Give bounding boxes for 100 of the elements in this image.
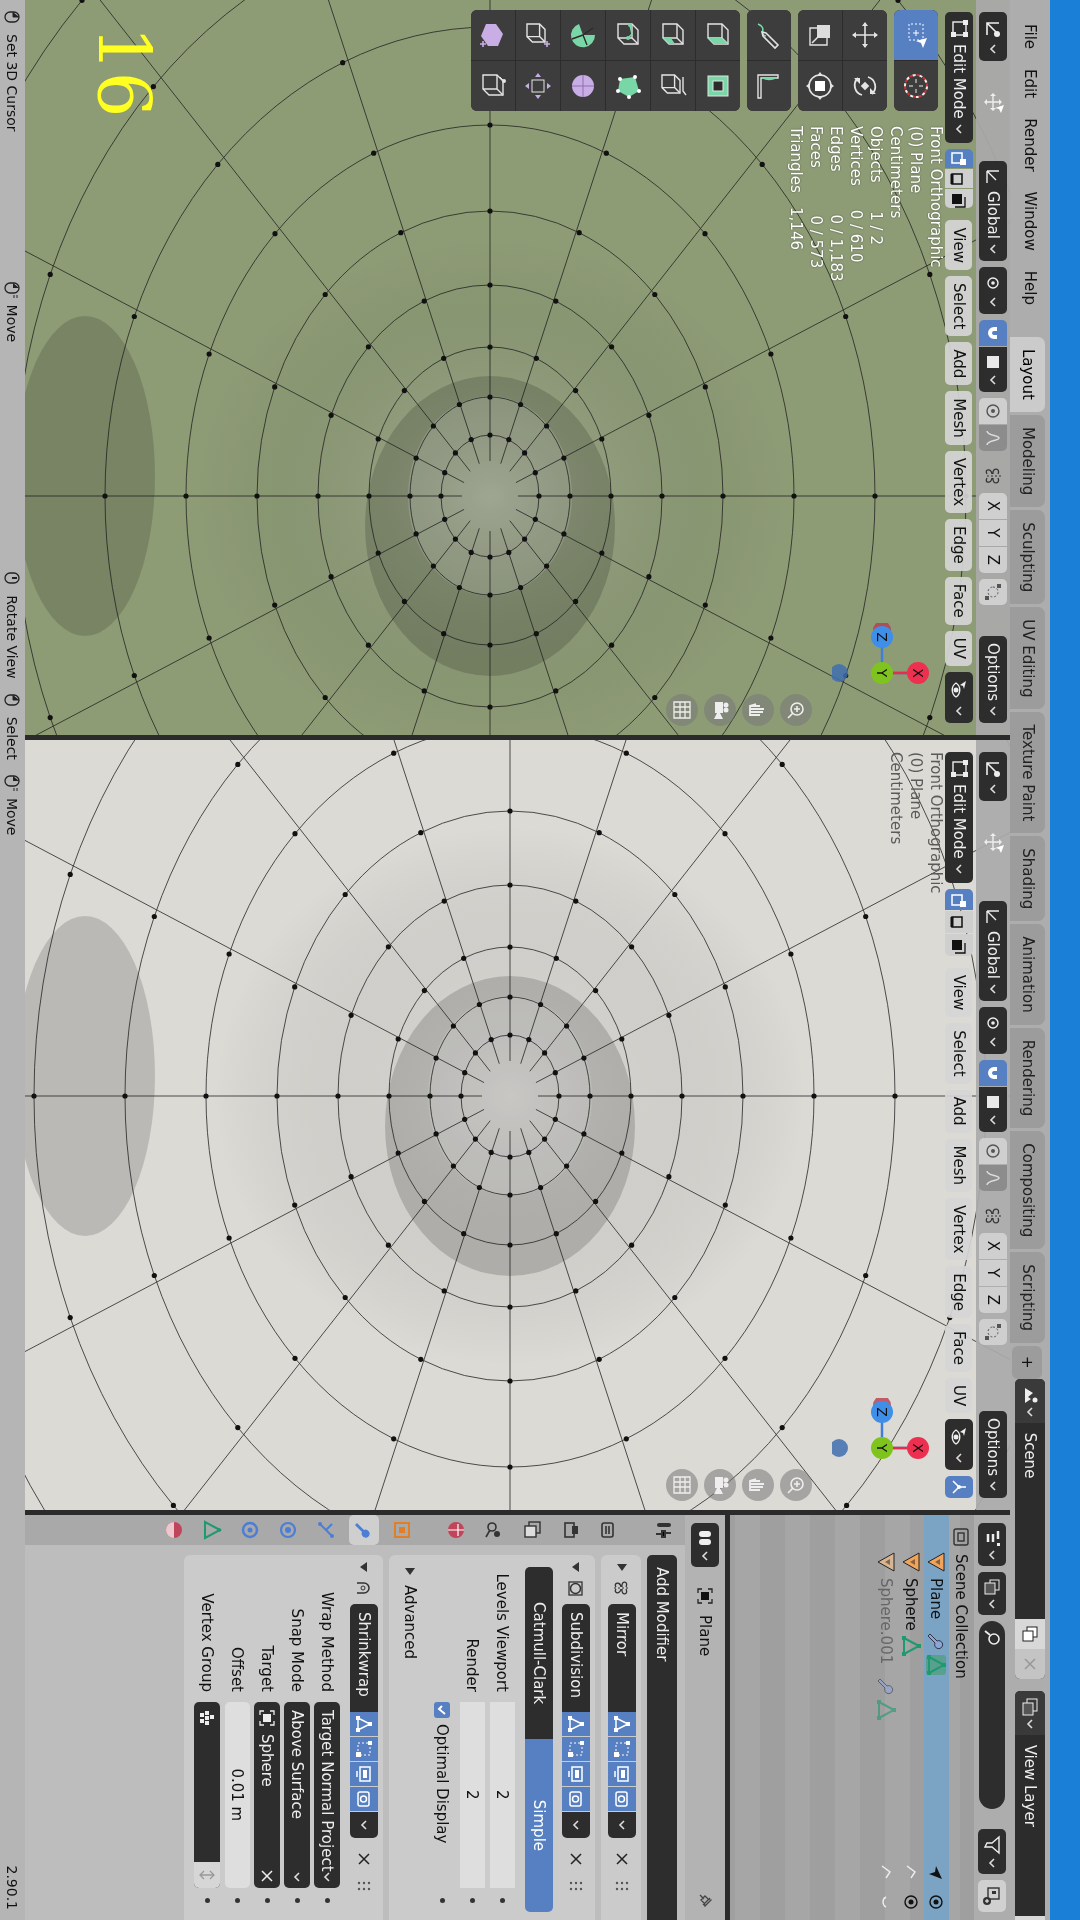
menu-item[interactable]: Render [1017, 108, 1043, 182]
status-hint: Move [4, 797, 21, 836]
axis-toggle[interactable]: Y [979, 1259, 1007, 1286]
axis-label: Y [874, 1443, 890, 1453]
algorithm-option[interactable]: Catmull-Clark [525, 1567, 553, 1740]
viewport-info-text: Centimeters [886, 126, 906, 221]
field-label: Target [258, 1644, 277, 1692]
menu-button[interactable]: UV [945, 1378, 973, 1414]
selector-label: Scene [1021, 1431, 1039, 1481]
menu-item[interactable]: Window [1017, 181, 1043, 261]
outliner-item[interactable]: Scene Collection [952, 1554, 971, 1679]
statistic-text: Faces 0 / 573 [806, 126, 826, 271]
statistic-text: Triangles 1,146 [786, 126, 806, 252]
modifier-name-field[interactable]: Shrinkwrap [350, 1604, 378, 1712]
step-number: 16 [87, 26, 159, 118]
viewport-info-text: Front Orthographic [926, 126, 946, 270]
add-workspace-button[interactable]: + [1012, 1346, 1043, 1379]
options-dropdown[interactable]: Options [979, 1411, 1007, 1498]
menu-button[interactable]: Vertex [945, 1198, 973, 1261]
modifier-name-field[interactable]: Subdivision [562, 1604, 590, 1712]
axis-toggle[interactable]: X [979, 1232, 1007, 1259]
field-label: Render [463, 1637, 482, 1692]
dropdown-field[interactable]: Above Surface [284, 1702, 311, 1888]
navigation-gizmo[interactable]: Z Y X [832, 623, 932, 723]
menu-button[interactable]: View [945, 967, 973, 1018]
field-label: Offset [228, 1645, 247, 1692]
axis-label: Z [874, 632, 890, 642]
version-label: 2.90.1 [4, 1865, 21, 1910]
menu-button[interactable]: Mesh [945, 391, 973, 445]
navigation-gizmo[interactable]: Z Y X [832, 1398, 932, 1498]
field-label: Levels Viewport [493, 1572, 512, 1692]
status-hint: Set 3D Cursor [4, 34, 21, 132]
options-dropdown[interactable]: Options [979, 636, 1007, 723]
menu-button[interactable]: Mesh [945, 1138, 973, 1193]
menu-button[interactable]: UV [945, 630, 973, 666]
viewport-info-text: (0) Plane [906, 126, 926, 196]
mode-dropdown[interactable]: Edit Mode [945, 12, 973, 143]
workspace-tab[interactable]: Rendering [1010, 1027, 1045, 1129]
modifier-name-field[interactable]: Mirror [608, 1604, 636, 1712]
algorithm-option[interactable]: Simple [525, 1739, 553, 1912]
workspace-tab[interactable]: Shading [1010, 836, 1045, 922]
workspace-tab[interactable]: Texture Paint [1010, 712, 1045, 834]
number-field[interactable]: 2 [460, 1702, 485, 1888]
field-value: Sphere [258, 1734, 277, 1789]
axis-label: Z [874, 1407, 890, 1417]
workspace-tab[interactable]: Compositing [1010, 1131, 1045, 1250]
viewport-info-text: Centimeters [886, 752, 906, 847]
mode-dropdown[interactable]: Edit Mode [945, 752, 973, 883]
workspace-tab[interactable]: UV Editing [1010, 607, 1045, 710]
viewport-info-text: (0) Plane [906, 752, 926, 822]
menu-button[interactable]: Face [945, 1324, 973, 1372]
status-hint: Rotate View [4, 595, 21, 679]
scene-selector[interactable]: Scene [1015, 1378, 1045, 1679]
menu-button[interactable]: Edge [945, 519, 973, 571]
menu-item[interactable]: Help [1017, 260, 1043, 315]
axis-label: Y [874, 668, 890, 678]
optimal-display-checkbox[interactable]: Optimal Display [433, 1702, 452, 1888]
statistic-text: Vertices 0 / 610 [846, 126, 866, 265]
number-field[interactable]: 2 [490, 1702, 515, 1888]
workspace-tab[interactable]: Modeling [1010, 414, 1045, 508]
axis-toggle[interactable]: X [979, 492, 1007, 519]
selector-label: View Layer [1021, 1743, 1039, 1829]
axis-toggle[interactable]: Z [979, 546, 1007, 573]
advanced-subpanel-header[interactable]: Advanced [395, 1561, 425, 1666]
status-hint: Move [4, 304, 21, 343]
axis-label: X [910, 1443, 926, 1453]
viewport-info-text: Front Orthographic [926, 752, 946, 894]
workspace-tab[interactable]: Layout [1010, 336, 1045, 412]
workspace-tab[interactable]: Sculpting [1010, 510, 1045, 605]
field-label: Wrap Method [318, 1590, 337, 1692]
field-label: Vertex Group [198, 1592, 217, 1692]
outliner-item[interactable]: Sphere [902, 1578, 921, 1631]
menu-button[interactable]: Add [945, 1089, 973, 1133]
add-modifier-dropdown[interactable]: Add Modifier [647, 1555, 677, 1920]
menu-button[interactable]: Select [945, 1023, 973, 1084]
statistic-text: Objects 1 / 2 [866, 126, 886, 247]
menu-button[interactable]: Edge [945, 1266, 973, 1319]
view-layer-selector[interactable]: View Layer [1015, 1690, 1045, 1920]
menu-button[interactable]: Add [945, 342, 973, 386]
menu-item[interactable]: File [1017, 14, 1043, 60]
orientation-dropdown[interactable]: Global [979, 161, 1007, 261]
menu-button[interactable]: Select [945, 276, 973, 337]
workspace-tab[interactable]: Animation [1010, 924, 1045, 1025]
number-field[interactable]: 0.01 m [225, 1702, 250, 1888]
axis-toggle[interactable]: Y [979, 519, 1007, 546]
menu-item[interactable]: Edit [1017, 59, 1043, 109]
workspace-tab[interactable]: Scripting [1010, 1252, 1045, 1344]
outliner-item[interactable]: Plane [927, 1578, 946, 1620]
object-field[interactable]: Sphere [254, 1702, 281, 1888]
menu-button[interactable]: Vertex [945, 450, 973, 514]
dropdown-field[interactable]: Target Normal Project [314, 1702, 341, 1888]
menu-button[interactable]: Face [945, 576, 973, 625]
axis-label: X [910, 668, 926, 678]
object-name: Plane [696, 1615, 714, 1657]
axis-toggle[interactable]: Z [979, 1286, 1007, 1313]
status-hint: Select [4, 716, 21, 760]
field-label: Snap Mode [288, 1607, 307, 1692]
menu-button[interactable]: View [945, 220, 973, 271]
statistic-text: Edges 0 / 1,183 [826, 126, 846, 282]
orientation-dropdown[interactable]: Global [979, 901, 1007, 1001]
